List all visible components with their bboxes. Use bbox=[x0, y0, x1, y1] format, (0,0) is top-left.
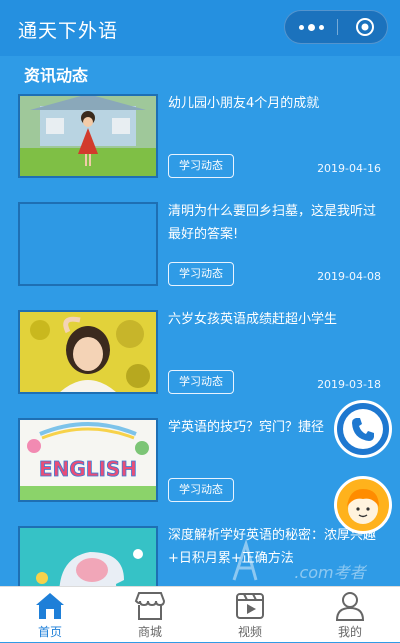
tab-profile[interactable]: 我的 bbox=[300, 587, 400, 643]
capsule-divider bbox=[337, 19, 338, 35]
article-date: 2019-03-18 bbox=[317, 378, 381, 391]
article-thumbnail bbox=[18, 310, 158, 394]
app-title: 通天下外语 bbox=[18, 20, 119, 42]
tab-shop[interactable]: 商城 bbox=[100, 587, 200, 643]
avatar-icon bbox=[347, 489, 379, 524]
tab-video[interactable]: 视频 bbox=[200, 587, 300, 643]
article-date: 2019-04-16 bbox=[317, 162, 381, 175]
article-thumbnail bbox=[18, 94, 158, 178]
english-image-text: ENGLISH bbox=[39, 457, 137, 481]
dot-icon bbox=[307, 23, 315, 31]
tab-label: 视频 bbox=[237, 625, 262, 639]
article-item[interactable]: 清明为什么要回乡扫墓，这是我听过最好的答案! 学习动态 2019-04-08 bbox=[0, 200, 400, 296]
customer-service-button[interactable] bbox=[334, 476, 392, 534]
top-bar: 通天下外语 bbox=[0, 0, 400, 56]
user-icon bbox=[335, 592, 365, 621]
article-item[interactable]: 幼儿园小朋友4个月的成就 学习动态 2019-04-16 bbox=[0, 92, 400, 188]
home-icon bbox=[36, 593, 64, 619]
category-tag: 学习动态 bbox=[168, 370, 234, 394]
article-date: 2019-04-08 bbox=[317, 270, 381, 283]
article-item[interactable]: 六岁女孩英语成绩赶超小学生 学习动态 2019-03-18 bbox=[0, 308, 400, 404]
article-title: 六岁女孩英语成绩赶超小学生 bbox=[168, 312, 338, 327]
call-button[interactable] bbox=[334, 400, 392, 458]
tab-home[interactable]: 首页 bbox=[0, 587, 100, 643]
close-target-icon[interactable] bbox=[355, 17, 375, 37]
category-tag: 学习动态 bbox=[168, 154, 234, 178]
section-title: 资讯动态 bbox=[24, 66, 89, 85]
watermark: .com考者 bbox=[230, 530, 380, 588]
article-thumbnail: ENGLISH bbox=[18, 418, 158, 502]
article-title: 幼儿园小朋友4个月的成就 bbox=[168, 96, 320, 111]
video-icon bbox=[236, 593, 264, 619]
watermark-text: .com考者 bbox=[294, 563, 367, 582]
tab-label: 首页 bbox=[37, 625, 62, 639]
tab-label: 商城 bbox=[137, 625, 162, 639]
category-tag: 学习动态 bbox=[168, 262, 234, 286]
dot-icon bbox=[318, 24, 324, 30]
category-tag: 学习动态 bbox=[168, 478, 234, 502]
phone-icon bbox=[343, 409, 383, 449]
bottom-tab-bar: 首页 商城 视频 我的 bbox=[0, 586, 400, 642]
miniprogram-capsule bbox=[284, 10, 388, 44]
article-title: 清明为什么要回乡扫墓，这是我听过最好的答案! bbox=[168, 204, 377, 242]
tab-label: 我的 bbox=[337, 625, 362, 639]
dot-icon bbox=[298, 24, 304, 30]
more-menu-button[interactable] bbox=[285, 11, 337, 43]
shop-icon bbox=[134, 592, 166, 620]
article-thumbnail bbox=[18, 202, 158, 286]
